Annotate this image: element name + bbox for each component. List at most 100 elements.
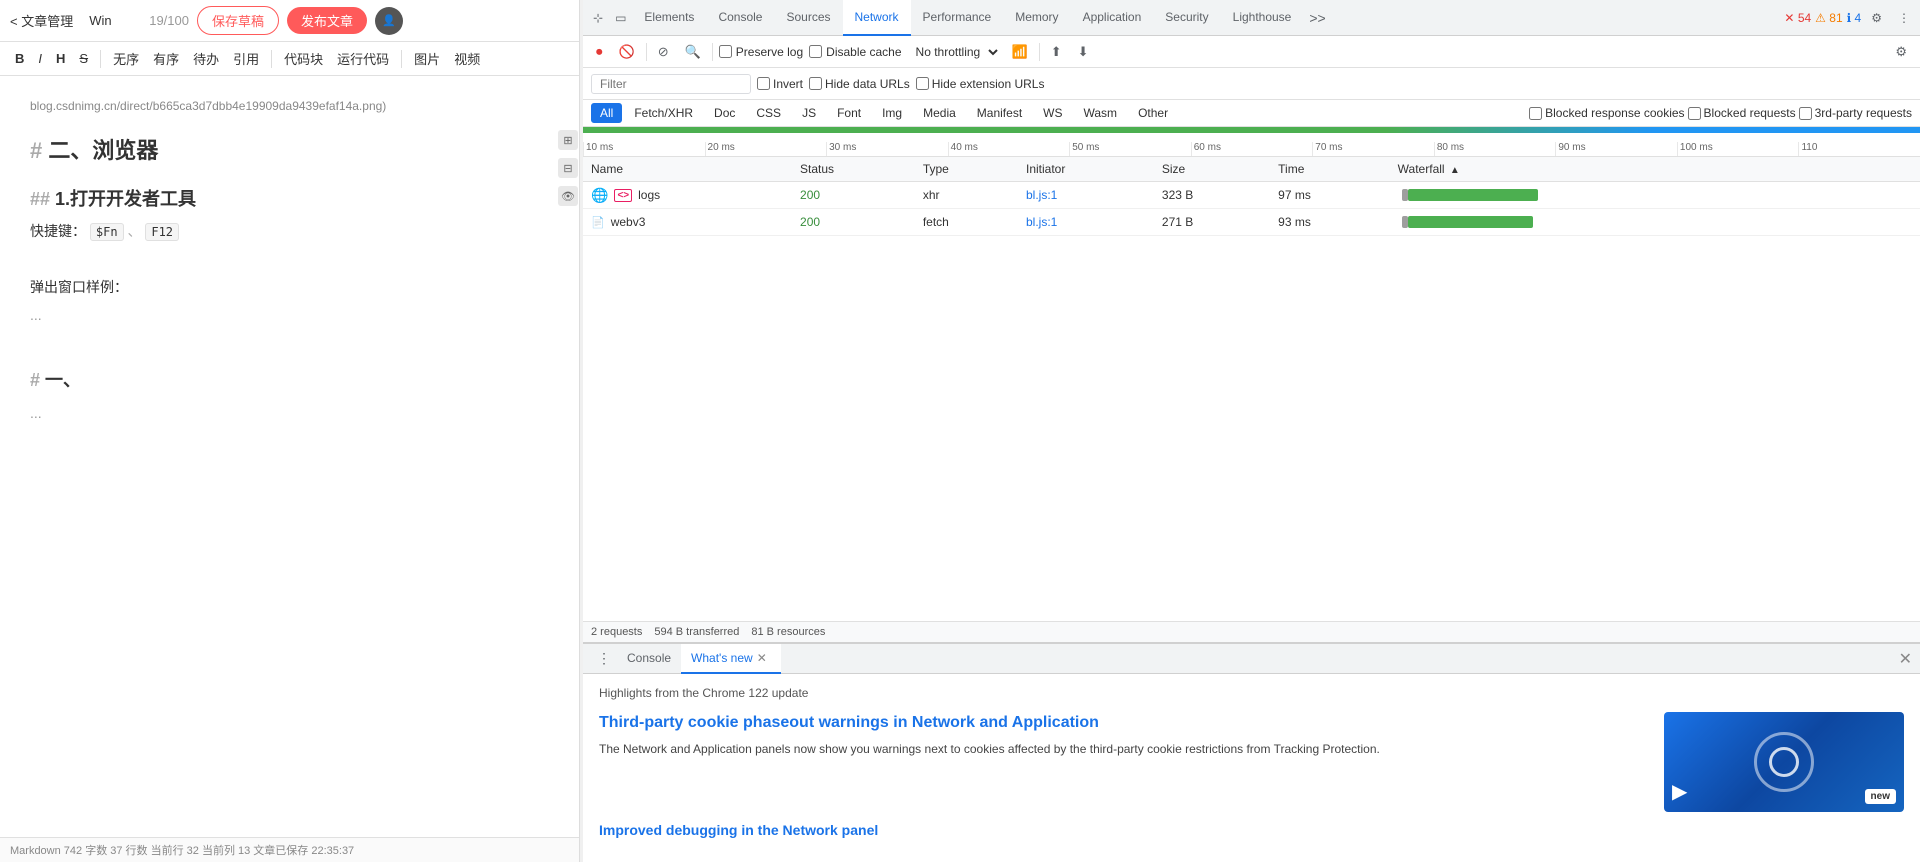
col-initiator[interactable]: Initiator [1018,157,1154,182]
avatar[interactable]: 👤 [375,7,403,35]
row-initiator-webv3[interactable]: bl.js:1 [1018,209,1154,236]
filter-type-css[interactable]: CSS [747,103,790,123]
hide-ext-urls-label[interactable]: Hide extension URLs [916,77,1045,91]
table-row[interactable]: 📄 webv3 200 fetch bl.js:1 271 B 93 ms [583,209,1920,236]
more-tabs-button[interactable]: >> [1303,10,1331,26]
strikethrough-button[interactable]: S [74,48,93,69]
hide-data-urls-label[interactable]: Hide data URLs [809,77,910,91]
whats-new-inner-circle [1769,747,1799,777]
filter-type-doc[interactable]: Doc [705,103,744,123]
editor-toolbar: < 文章管理 19/100 保存草稿 发布文章 👤 [0,0,579,42]
blocked-requests-label[interactable]: Blocked requests [1688,106,1796,120]
image-button[interactable]: 图片 [409,46,445,71]
col-time[interactable]: Time [1270,157,1390,182]
disable-cache-label[interactable]: Disable cache [809,45,901,59]
col-type[interactable]: Type [915,157,1018,182]
side-icon-split[interactable]: ⊟ [558,158,578,178]
filter-input[interactable] [591,74,751,94]
filter-type-font[interactable]: Font [828,103,870,123]
unordered-list-button[interactable]: 无序 [108,46,144,71]
clear-button[interactable]: 🚫 [614,41,640,63]
save-button[interactable]: 保存草稿 [197,6,279,35]
task-list-button[interactable]: 待办 [188,46,224,71]
third-party-checkbox[interactable] [1799,107,1812,120]
video-button[interactable]: 视频 [449,46,485,71]
hide-ext-urls-checkbox[interactable] [916,77,929,90]
invert-checkbox[interactable] [757,77,770,90]
bottom-tabs: ⋮ Console What's new ✕ ✕ [583,644,1920,674]
tab-application[interactable]: Application [1071,0,1154,36]
devtools-device-icon[interactable]: ▭ [609,7,632,29]
quote-button[interactable]: 引用 [228,46,264,71]
play-button-icon[interactable]: ▶ [1672,779,1687,804]
table-row[interactable]: 🌐 <> logs 200 xhr bl.js:1 323 B 97 ms [583,182,1920,209]
bottom-tab-close-button[interactable]: ✕ [753,651,771,665]
wifi-icon[interactable]: 📶 [1007,41,1033,63]
filter-type-other[interactable]: Other [1129,103,1177,123]
bottom-tab-console[interactable]: Console [617,644,681,674]
invert-label[interactable]: Invert [757,77,803,91]
filter-type-ws[interactable]: WS [1034,103,1071,123]
preserve-log-label[interactable]: Preserve log [719,45,803,59]
settings-gear-button[interactable]: ⚙ [1890,41,1912,63]
hide-data-urls-checkbox[interactable] [809,77,822,90]
tab-console[interactable]: Console [706,0,774,36]
row-status-webv3: 200 [792,209,915,236]
bottom-tab-console-label: Console [627,651,671,665]
tab-security[interactable]: Security [1153,0,1220,36]
tab-lighthouse[interactable]: Lighthouse [1221,0,1304,36]
tab-elements[interactable]: Elements [632,0,706,36]
title-input[interactable] [81,11,141,30]
bottom-tab-whats-new[interactable]: What's new ✕ [681,644,781,674]
blocked-cookies-checkbox[interactable] [1529,107,1542,120]
more-options-button[interactable]: ⋮ [1892,7,1916,29]
bottom-more-button[interactable]: ⋮ [591,650,617,667]
disable-cache-checkbox[interactable] [809,45,822,58]
side-icon-preview[interactable]: 👁 [558,186,578,206]
row-initiator-logs[interactable]: bl.js:1 [1018,182,1154,209]
toolbar-separator-2 [271,50,272,68]
run-code-button[interactable]: 运行代码 [332,46,394,71]
col-waterfall[interactable]: Waterfall ▲ [1390,157,1920,182]
italic-button[interactable]: I [33,48,47,69]
devtools-cursor-icon[interactable]: ⊹ [587,7,609,29]
heading-button[interactable]: H [51,48,70,69]
filter-type-media[interactable]: Media [914,103,965,123]
third-party-label[interactable]: 3rd-party requests [1799,106,1912,120]
blocked-cookies-label[interactable]: Blocked response cookies [1529,106,1684,120]
tab-memory[interactable]: Memory [1003,0,1070,36]
tab-security-label: Security [1165,10,1208,24]
export-button[interactable]: ⬇ [1073,41,1094,63]
tab-sources[interactable]: Sources [774,0,842,36]
close-bottom-panel-button[interactable]: ✕ [1899,649,1912,669]
bold-button[interactable]: B [10,48,29,69]
tab-performance[interactable]: Performance [911,0,1004,36]
blocked-requests-checkbox[interactable] [1688,107,1701,120]
filter-type-fetch-xhr[interactable]: Fetch/XHR [625,103,702,123]
back-button[interactable]: < 文章管理 [10,11,73,30]
col-name[interactable]: Name [583,157,792,182]
code-button[interactable]: 代码块 [279,46,328,71]
record-button[interactable]: ⏺ [591,41,608,63]
tab-network[interactable]: Network [843,0,911,36]
filter-type-manifest[interactable]: Manifest [968,103,1031,123]
filter-type-all[interactable]: All [591,103,622,123]
filter-type-img[interactable]: Img [873,103,911,123]
row-status-logs: 200 [792,182,915,209]
publish-button[interactable]: 发布文章 [287,7,367,34]
filter-type-js[interactable]: JS [793,103,825,123]
col-status[interactable]: Status [792,157,915,182]
filter-button[interactable]: ⊘ [653,41,674,63]
editor-content[interactable]: blog.csdnimg.cn/direct/b665ca3d7dbb4e199… [0,76,579,837]
throttle-select[interactable]: No throttling Fast 3G Slow 3G Offline [908,42,1001,62]
import-button[interactable]: ⬆ [1046,41,1067,63]
ordered-list-button[interactable]: 有序 [148,46,184,71]
filter-type-wasm[interactable]: Wasm [1075,103,1127,123]
shortcut-code-2: F12 [145,223,179,241]
side-icon-layout[interactable]: ⊞ [558,130,578,150]
preserve-log-checkbox[interactable] [719,45,732,58]
search-button[interactable]: 🔍 [680,41,706,63]
col-size[interactable]: Size [1154,157,1270,182]
settings-button[interactable]: ⚙ [1865,7,1888,29]
tick-90ms: 90 ms [1555,142,1677,156]
